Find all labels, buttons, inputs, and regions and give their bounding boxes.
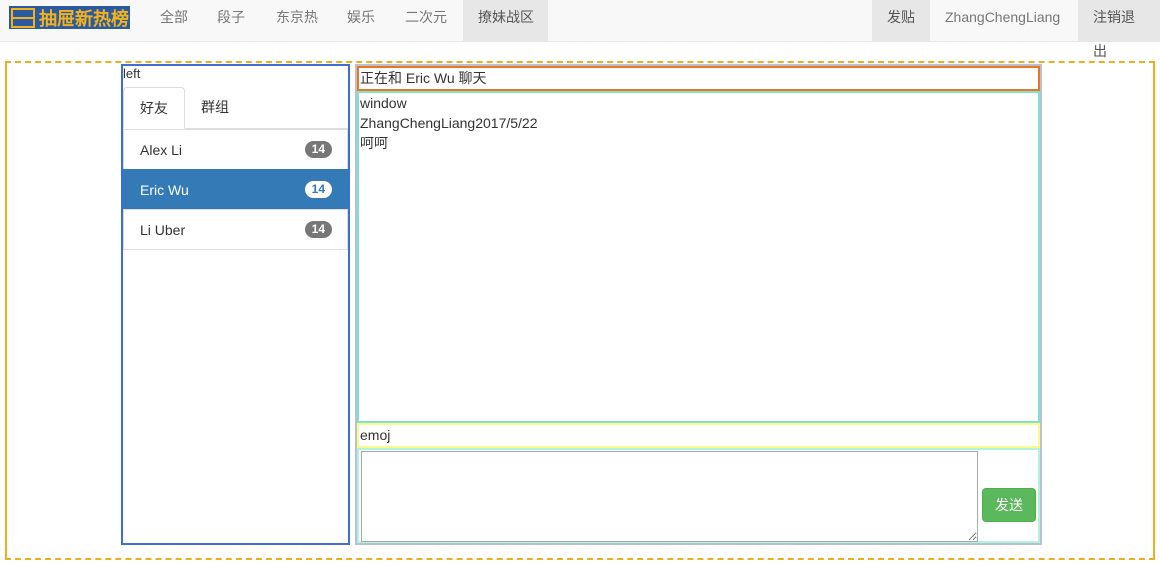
chat-panel: 正在和 Eric Wu 聊天 window ZhangChengLiang201… [355, 64, 1042, 545]
contact-tabs: 好友 群组 [123, 87, 348, 129]
friend-item[interactable]: Alex Li 14 [123, 129, 348, 170]
chat-header: 正在和 Eric Wu 聊天 [357, 66, 1040, 91]
unread-badge: 14 [304, 141, 332, 158]
panel-label: left [123, 66, 141, 81]
emoji-bar[interactable]: emoj [357, 423, 1040, 448]
message-input[interactable] [361, 451, 978, 542]
friend-item[interactable]: Eric Wu 14 [123, 169, 348, 210]
brand-name: 抽屉新热榜 [39, 8, 129, 29]
unread-badge: 14 [304, 221, 332, 238]
friend-item[interactable]: Li Uber 14 [123, 209, 348, 250]
tab-friends[interactable]: 好友 [123, 87, 185, 129]
user-link[interactable]: ZhangChengLiang [930, 0, 1075, 41]
nav-item-acg[interactable]: 二次元 [390, 0, 462, 41]
top-navbar: 抽屉新热榜 全部 段子 东京热 娱乐 二次元 撩妹战区 发贴 ZhangChen… [0, 0, 1160, 59]
unread-badge: 14 [304, 181, 332, 198]
post-button[interactable]: 发贴 [872, 0, 930, 41]
send-button[interactable]: 发送 [982, 488, 1036, 522]
friend-list: Alex Li 14 Eric Wu 14 Li Uber 14 [123, 129, 348, 250]
friend-name: Li Uber [140, 221, 186, 238]
tab-groups[interactable]: 群组 [185, 87, 245, 129]
nav-item-jokes[interactable]: 段子 [202, 0, 260, 41]
contacts-panel: left 好友 群组 Alex Li 14 Eric Wu 14 Li Uber 14 [121, 64, 350, 545]
nav-item-flirt[interactable]: 撩妹战区 [463, 0, 548, 41]
message-meta: ZhangChengLiang2017/5/22 [360, 115, 538, 131]
message-text: 呵呵 [360, 135, 388, 151]
nav-item-entertainment[interactable]: 娱乐 [332, 0, 390, 41]
friend-name: Alex Li [140, 141, 183, 158]
window-label: window [360, 95, 407, 111]
input-area: 发送 [357, 448, 1040, 543]
nav-item-all[interactable]: 全部 [145, 0, 203, 41]
brand-logo[interactable]: 抽屉新热榜 [9, 6, 130, 29]
logout-button[interactable]: 注销退出 [1078, 0, 1160, 59]
nav-item-tokyo[interactable]: 东京热 [261, 0, 333, 41]
chat-window: window ZhangChengLiang2017/5/22 呵呵 [357, 91, 1040, 423]
friend-name: Eric Wu [140, 181, 189, 198]
drawer-icon [11, 7, 35, 28]
